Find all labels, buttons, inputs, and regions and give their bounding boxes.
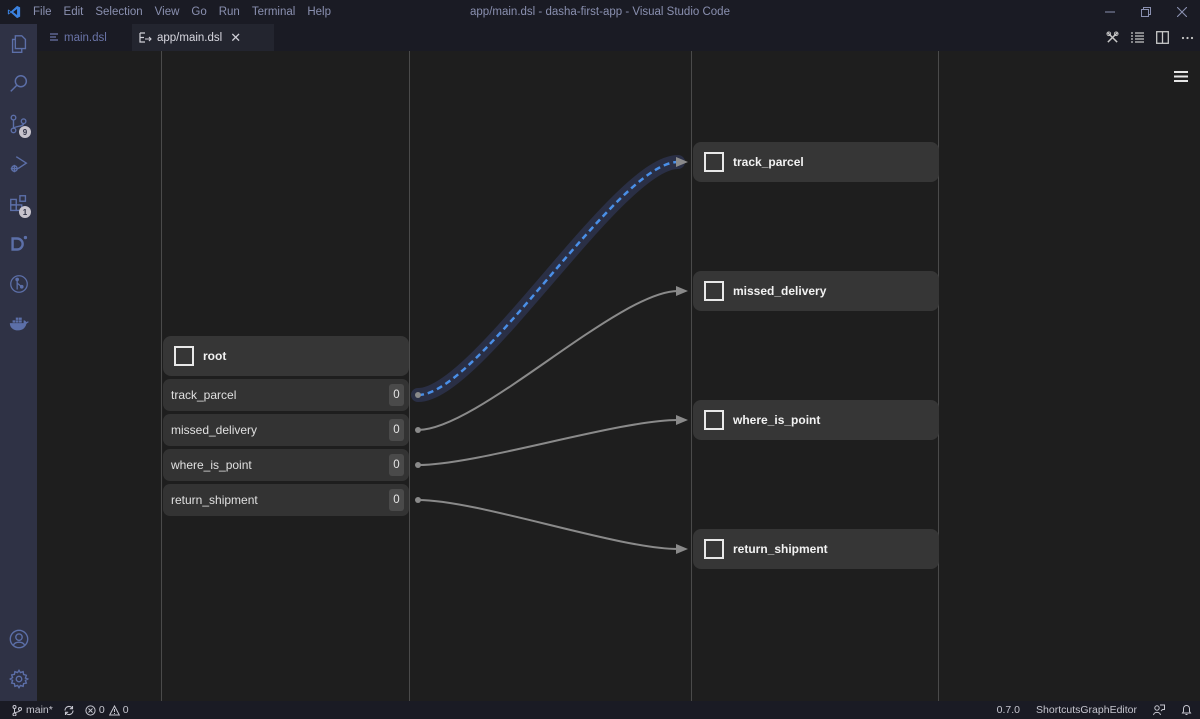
target-node-track-parcel[interactable]: track_parcel <box>693 142 939 182</box>
transition-row[interactable]: return_shipment 0 <box>163 484 409 516</box>
more-actions-icon[interactable] <box>1175 36 1200 40</box>
dasha-icon[interactable] <box>0 224 37 264</box>
problems-indicator[interactable]: 0 0 <box>85 704 129 716</box>
edge-source-dot[interactable] <box>415 497 421 503</box>
menu-bar: File Edit Selection View Go Run Terminal… <box>28 6 338 18</box>
node-label: missed_delivery <box>733 284 827 298</box>
edge-arrowhead <box>676 415 688 425</box>
edge-missed-delivery[interactable] <box>417 290 679 431</box>
menu-edit[interactable]: Edit <box>59 6 91 18</box>
transition-label: where_is_point <box>171 458 252 472</box>
menu-run[interactable]: Run <box>214 6 247 18</box>
edge-where-is-point[interactable] <box>417 419 679 466</box>
git-graph-icon[interactable] <box>0 264 37 304</box>
tab-label: app/main.dsl <box>157 31 223 44</box>
file-lines-icon <box>50 33 59 42</box>
editor-actions <box>1100 24 1200 51</box>
menu-selection[interactable]: Selection <box>90 6 149 18</box>
transition-label: return_shipment <box>171 493 258 507</box>
edge-arrowhead <box>676 286 688 296</box>
node-label: where_is_point <box>733 413 821 427</box>
feedback-icon[interactable] <box>1145 704 1173 716</box>
menu-terminal[interactable]: Terminal <box>247 6 302 18</box>
edge-return-shipment[interactable] <box>417 499 679 550</box>
source-control-badge: 9 <box>19 126 31 138</box>
menu-view[interactable]: View <box>150 6 187 18</box>
extensions-icon[interactable]: 1 <box>0 184 37 224</box>
target-node-return-shipment[interactable]: return_shipment <box>693 529 939 569</box>
branch-name: main* <box>26 704 53 716</box>
graph-editor-icon <box>139 32 152 43</box>
tab-label: main.dsl <box>64 31 107 44</box>
transition-count: 0 <box>389 384 404 406</box>
status-bar: main* 0 0 0.7.0 ShortcutsGraphEditor <box>0 701 1200 719</box>
error-icon <box>85 704 96 716</box>
outline-list-icon[interactable] <box>1125 31 1150 44</box>
error-count: 0 <box>98 704 105 716</box>
editor-name-label[interactable]: ShortcutsGraphEditor <box>1028 704 1145 716</box>
transition-row[interactable]: track_parcel 0 <box>163 379 409 411</box>
settings-gear-icon[interactable] <box>0 659 37 699</box>
node-label: return_shipment <box>733 542 828 556</box>
warning-icon <box>108 704 120 715</box>
run-debug-icon[interactable] <box>0 144 37 184</box>
transition-row[interactable]: missed_delivery 0 <box>163 414 409 446</box>
menu-go[interactable]: Go <box>186 6 213 18</box>
split-editor-icon[interactable] <box>1150 31 1175 44</box>
graph-canvas[interactable]: root track_parcel 0 missed_delivery 0 wh… <box>37 51 1200 701</box>
vscode-logo-icon <box>0 5 28 19</box>
root-node[interactable]: root <box>163 336 409 376</box>
edge-source-dot[interactable] <box>415 462 421 468</box>
edges-layer <box>411 155 688 554</box>
menu-file[interactable]: File <box>28 6 59 18</box>
search-icon[interactable] <box>0 64 37 104</box>
activity-bar: 9 1 <box>0 24 37 701</box>
extensions-badge: 1 <box>19 206 31 218</box>
branch-indicator[interactable]: main* <box>12 704 53 716</box>
node-label: track_parcel <box>733 155 804 169</box>
account-icon[interactable] <box>0 619 37 659</box>
source-control-icon[interactable]: 9 <box>0 104 37 144</box>
menu-help[interactable]: Help <box>302 6 338 18</box>
version-label[interactable]: 0.7.0 <box>989 704 1028 716</box>
transition-label: track_parcel <box>171 388 237 402</box>
tools-icon[interactable] <box>1100 31 1125 44</box>
minimize-button[interactable] <box>1092 0 1128 24</box>
notifications-bell-icon[interactable] <box>1173 704 1200 716</box>
node-checkbox[interactable] <box>704 281 724 301</box>
sync-icon[interactable] <box>63 705 75 716</box>
tab-app-main-dsl[interactable]: app/main.dsl ✕ <box>132 24 274 51</box>
title-bar: File Edit Selection View Go Run Terminal… <box>0 0 1200 24</box>
target-node-missed-delivery[interactable]: missed_delivery <box>693 271 939 311</box>
transition-count: 0 <box>389 419 404 441</box>
transition-count: 0 <box>389 489 404 511</box>
close-window-button[interactable] <box>1164 0 1200 24</box>
transition-count: 0 <box>389 454 404 476</box>
git-branch-icon <box>12 704 22 716</box>
target-node-where-is-point[interactable]: where_is_point <box>693 400 939 440</box>
hamburger-menu-icon[interactable] <box>1174 69 1188 87</box>
node-checkbox[interactable] <box>174 346 194 366</box>
edge-source-dot[interactable] <box>415 427 421 433</box>
restore-button[interactable] <box>1128 0 1164 24</box>
docker-icon[interactable] <box>0 304 37 344</box>
node-checkbox[interactable] <box>704 152 724 172</box>
transition-row[interactable]: where_is_point 0 <box>163 449 409 481</box>
node-label: root <box>203 349 227 363</box>
node-checkbox[interactable] <box>704 539 724 559</box>
transition-label: missed_delivery <box>171 423 258 437</box>
close-tab-icon[interactable]: ✕ <box>230 30 241 46</box>
warning-count: 0 <box>122 704 129 716</box>
tab-bar: main.dsl app/main.dsl ✕ <box>37 24 1200 51</box>
edge-arrowhead <box>676 544 688 554</box>
tab-main-dsl[interactable]: main.dsl <box>37 24 130 51</box>
node-checkbox[interactable] <box>704 410 724 430</box>
explorer-icon[interactable] <box>0 24 37 64</box>
edge-source-dot[interactable] <box>415 392 421 398</box>
